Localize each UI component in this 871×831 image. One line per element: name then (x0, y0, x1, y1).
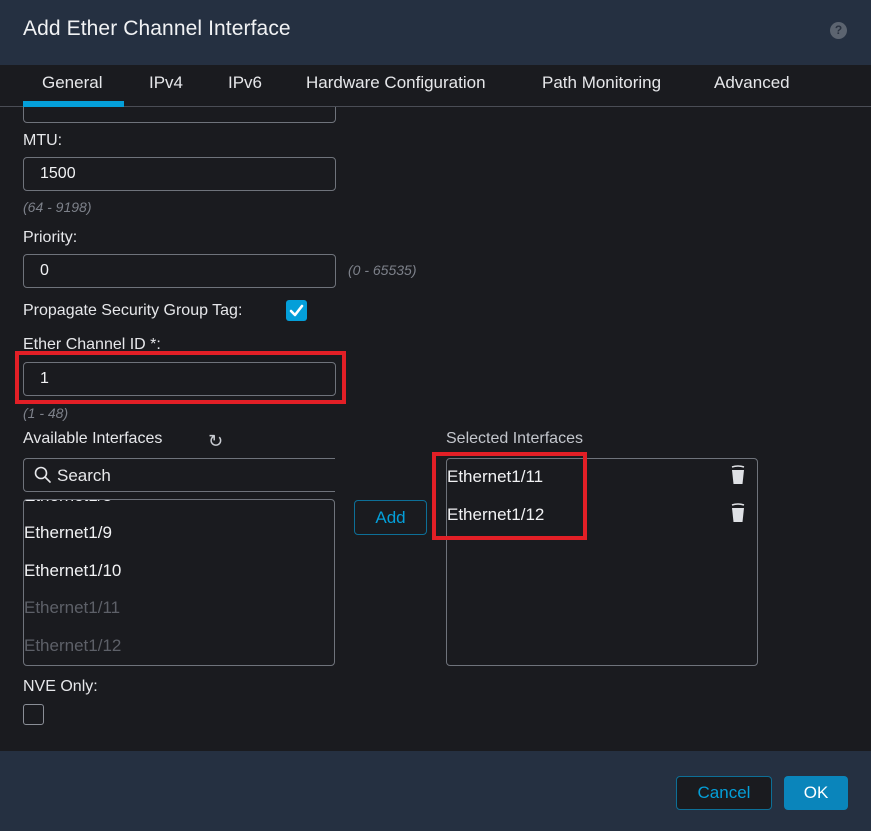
priority-label: Priority: (23, 229, 78, 246)
available-interfaces-list[interactable]: Ethernet1/8 Ethernet1/9 Ethernet1/10 Eth… (23, 499, 335, 666)
list-item[interactable]: Ethernet1/10 (24, 561, 121, 581)
mtu-range-hint: (64 - 9198) (23, 199, 92, 215)
ether-channel-id-range-hint: (1 - 48) (23, 405, 69, 421)
list-item[interactable]: Ethernet1/9 (24, 523, 112, 543)
dialog-title: Add Ether Channel Interface (23, 17, 291, 40)
propagate-sgt-label: Propagate Security Group Tag: (23, 302, 243, 319)
nve-only-checkbox[interactable] (23, 704, 44, 725)
tab-general[interactable]: General (42, 73, 102, 93)
checkmark-icon (289, 304, 304, 317)
tab-hardware-configuration[interactable]: Hardware Configuration (306, 73, 486, 93)
add-button[interactable]: Add (354, 500, 427, 535)
tab-bar: General IPv4 IPv6 Hardware Configuration… (0, 65, 871, 107)
priority-input[interactable]: 0 (23, 254, 336, 288)
mtu-label: MTU: (23, 132, 63, 149)
ok-button[interactable]: OK (784, 776, 848, 810)
selected-interfaces-label: Selected Interfaces (446, 430, 583, 447)
highlight-box-selected-interfaces (432, 452, 587, 540)
list-item: Ethernet1/12 (24, 636, 122, 655)
highlight-box-ether-channel-id (15, 351, 346, 404)
dialog-content: MTU: 1500 (64 - 9198) Priority: 0 (0 - 6… (0, 107, 871, 751)
refresh-icon[interactable]: ↻ (208, 431, 223, 452)
list-item: Ethernet1/11 (24, 598, 121, 617)
tab-path-monitoring[interactable]: Path Monitoring (542, 73, 661, 93)
interface-search-input[interactable]: Search (23, 458, 335, 492)
nve-only-label: NVE Only: (23, 678, 98, 695)
help-icon[interactable]: ? (830, 22, 847, 39)
priority-range-hint: (0 - 65535) (348, 262, 417, 278)
tab-advanced[interactable]: Advanced (714, 73, 790, 93)
trash-icon[interactable] (731, 503, 745, 523)
propagate-sgt-checkbox[interactable] (286, 300, 307, 321)
available-interfaces-label: Available Interfaces (23, 430, 163, 447)
search-icon (34, 466, 51, 483)
tab-ipv4[interactable]: IPv4 (149, 73, 183, 93)
clipped-input-field[interactable] (23, 107, 336, 123)
cancel-button[interactable]: Cancel (676, 776, 772, 810)
search-placeholder: Search (57, 466, 111, 485)
list-item[interactable]: Ethernet1/8 (24, 500, 112, 506)
mtu-input[interactable]: 1500 (23, 157, 336, 191)
trash-icon[interactable] (731, 465, 745, 485)
tab-ipv6[interactable]: IPv6 (228, 73, 262, 93)
dialog-footer: Cancel OK (0, 751, 871, 831)
dialog-header: Add Ether Channel Interface ? (0, 0, 871, 65)
